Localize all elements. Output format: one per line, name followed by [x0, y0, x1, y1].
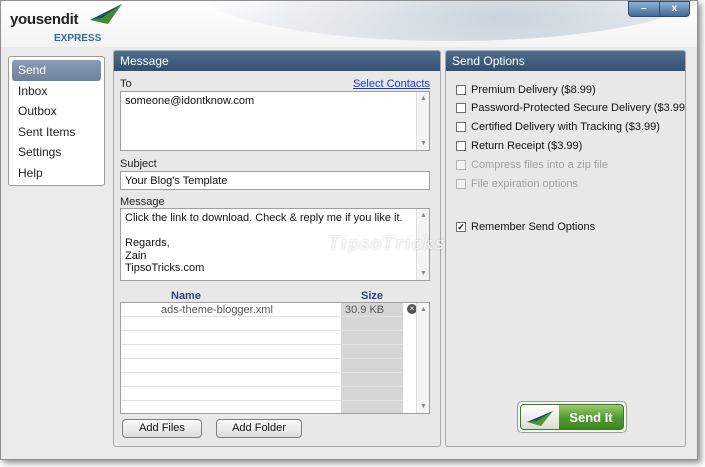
scroll-down-icon: ▼ — [420, 403, 427, 410]
table-row — [121, 317, 403, 331]
minimize-button[interactable]: – — [629, 2, 659, 16]
message-panel-title: Message — [114, 51, 440, 71]
option-return-receipt[interactable]: Return Receipt ($3.99) — [456, 140, 582, 152]
window-controls: – x — [628, 1, 690, 17]
table-row — [121, 387, 403, 401]
sidebar-item-inbox[interactable]: Inbox — [12, 81, 101, 102]
send-options-panel: Send Options Premium Delivery ($8.99) Pa… — [445, 50, 686, 447]
close-button[interactable]: x — [658, 2, 690, 16]
scroll-up-icon: ▲ — [420, 212, 427, 219]
send-it-label: Send It — [569, 409, 613, 425]
message-label: Message — [120, 196, 165, 208]
select-contacts-link[interactable]: Select Contacts — [353, 78, 430, 90]
to-field-value: someone@idontknow.com — [125, 95, 255, 107]
subject-field-value: Your Blog's Template — [125, 175, 228, 187]
sidebar-item-outbox[interactable]: Outbox — [12, 101, 101, 122]
logo-text: yousendit — [10, 11, 79, 28]
file-size-header: Size — [361, 290, 384, 302]
to-label: To — [120, 78, 132, 90]
scroll-up-icon: ▲ — [420, 95, 427, 102]
scroll-down-icon: ▼ — [420, 140, 427, 147]
header-swoosh — [191, 1, 697, 41]
subject-field[interactable]: Your Blog's Template — [120, 171, 430, 190]
option-compress-zip: Compress files into a zip file — [456, 159, 608, 171]
table-row — [121, 331, 403, 345]
option-label: File expiration options — [471, 178, 579, 190]
table-row[interactable]: ads-theme-blogger.xml 30.9 KB × — [121, 303, 417, 317]
sidebar-item-help[interactable]: Help — [12, 163, 101, 184]
checkbox[interactable] — [456, 85, 466, 95]
scroll-up-icon: ▲ — [420, 306, 427, 313]
send-it-button-face: Send It — [520, 404, 624, 430]
add-folder-button[interactable]: Add Folder — [216, 419, 302, 438]
file-name-header: Name — [171, 290, 201, 302]
subject-label: Subject — [120, 158, 157, 170]
sidebar-item-sent-items[interactable]: Sent Items — [12, 122, 101, 143]
checkbox[interactable] — [456, 141, 466, 151]
table-row — [121, 345, 403, 359]
yousendit-logo: yousendit EXPRESS — [10, 4, 122, 44]
checkbox — [456, 179, 466, 189]
option-label: Premium Delivery ($8.99) — [471, 84, 596, 96]
option-remember-send-options[interactable]: ✓ Remember Send Options — [456, 221, 595, 233]
watermark: TipsoTricks — [328, 233, 445, 254]
sidebar-nav: Send Inbox Outbox Sent Items Settings He… — [8, 56, 105, 186]
to-scrollbar[interactable]: ▲ ▼ — [416, 92, 429, 150]
to-field[interactable]: someone@idontknow.com ▲ ▼ — [120, 91, 430, 151]
scroll-down-icon: ▼ — [420, 270, 427, 277]
option-label: Remember Send Options — [471, 221, 596, 233]
checkbox-checked[interactable]: ✓ — [456, 222, 466, 232]
file-name-cell: ads-theme-blogger.xml — [161, 304, 273, 316]
option-premium-delivery[interactable]: Premium Delivery ($8.99) — [456, 84, 596, 96]
option-label: Return Receipt ($3.99) — [471, 140, 583, 152]
header-bar: yousendit EXPRESS – x — [1, 1, 697, 47]
send-it-button[interactable]: Send It — [517, 401, 627, 433]
checkbox[interactable] — [456, 103, 466, 113]
attached-files-table: Name Size ads-theme-blogger.xml 30.9 KB … — [120, 290, 430, 414]
file-size-cell: 30.9 KB — [345, 304, 385, 316]
option-password-protected[interactable]: Password-Protected Secure Delivery ($3.9… — [456, 102, 686, 114]
checkbox[interactable] — [456, 122, 466, 132]
checkbox — [456, 160, 466, 170]
sidebar-item-settings[interactable]: Settings — [12, 142, 101, 163]
paper-plane-icon — [521, 405, 559, 429]
sidebar-item-send[interactable]: Send — [12, 60, 101, 81]
logo-subtext: EXPRESS — [54, 33, 102, 44]
files-scrollbar[interactable]: ▲ ▼ — [416, 303, 429, 413]
app-window: yousendit EXPRESS – x Send Inbox Outbox … — [0, 0, 698, 460]
paper-plane-logo-icon — [90, 4, 122, 24]
option-file-expiration: File expiration options — [456, 178, 578, 190]
option-certified-delivery[interactable]: Certified Delivery with Tracking ($3.99) — [456, 121, 660, 133]
option-label: Compress files into a zip file — [471, 159, 608, 171]
send-options-title: Send Options — [446, 51, 685, 71]
option-label: Password-Protected Secure Delivery ($3.9… — [471, 102, 686, 114]
table-row — [121, 373, 403, 387]
add-files-button[interactable]: Add Files — [122, 419, 202, 438]
option-label: Certified Delivery with Tracking ($3.99) — [471, 121, 660, 133]
table-row — [121, 359, 403, 373]
